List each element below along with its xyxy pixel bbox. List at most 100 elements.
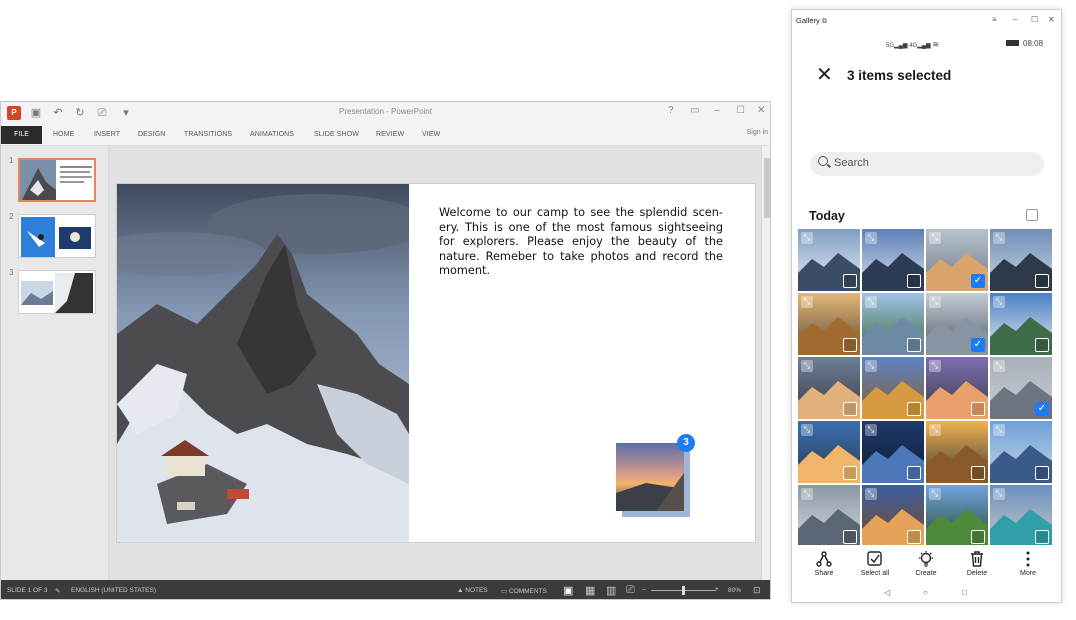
mountain-photo[interactable] [117,184,409,542]
close-selection-icon[interactable]: ✕ [816,65,833,85]
zoom-slider-knob[interactable] [682,586,685,595]
tab-insert[interactable]: INSERT [94,131,120,138]
maximize-icon[interactable]: ☐ [736,105,745,116]
expand-icon[interactable]: ⤡ [929,488,941,500]
photo-thumbnail[interactable]: ⤡ [926,357,988,419]
checkbox-checked-icon[interactable]: ✓ [1035,402,1049,416]
photo-thumbnail[interactable]: ⤡ [798,421,860,483]
photo-thumbnail[interactable]: ⤡ [862,229,924,291]
photo-thumbnail[interactable]: ⤡ ✓ [926,293,988,355]
nav-back-icon[interactable]: ◁ [884,588,890,597]
checkbox-icon[interactable] [907,530,921,544]
photo-thumbnail[interactable]: ⤡ [798,293,860,355]
expand-icon[interactable]: ⤡ [993,488,1005,500]
close-icon[interactable]: ✕ [757,105,765,116]
menu-icon[interactable]: ≡ [992,15,997,24]
checkbox-checked-icon[interactable]: ✓ [971,338,985,352]
select-all-button[interactable]: Select all [850,550,900,577]
photo-thumbnail[interactable]: ⤡ [862,357,924,419]
tab-slide-show[interactable]: SLIDE SHOW [314,131,359,138]
minimize-icon[interactable]: – [1013,15,1017,24]
checkbox-icon[interactable] [1035,530,1049,544]
checkbox-icon[interactable] [907,338,921,352]
checkbox-icon[interactable] [843,402,857,416]
photo-thumbnail[interactable]: ⤡ [862,421,924,483]
photo-thumbnail[interactable]: ⤡ [926,421,988,483]
tab-file[interactable]: FILE [1,126,42,144]
nav-recents-icon[interactable]: □ [962,588,967,597]
photo-thumbnail[interactable]: ⤡ [990,485,1052,545]
expand-icon[interactable]: ⤡ [993,232,1005,244]
expand-icon[interactable]: ⤡ [993,296,1005,308]
more-button[interactable]: More [1003,550,1053,577]
expand-icon[interactable]: ⤡ [801,488,813,500]
photo-thumbnail[interactable]: ⤡ [862,485,924,545]
slide-canvas[interactable]: Welcome to our camp to see the splendid … [117,184,755,542]
checkbox-icon[interactable] [971,466,985,480]
tab-home[interactable]: HOME [53,131,74,138]
expand-icon[interactable]: ⤡ [801,296,813,308]
expand-icon[interactable]: ⤡ [993,360,1005,372]
tab-review[interactable]: REVIEW [376,131,404,138]
zoom-level[interactable]: 80% [728,587,741,594]
language-indicator[interactable]: ENGLISH (UNITED STATES) [71,587,156,594]
share-button[interactable]: Share [799,550,849,577]
fit-slide-icon[interactable]: ⊡ [753,585,761,596]
checkbox-icon[interactable] [1035,466,1049,480]
slide-thumbnail-1[interactable] [18,158,96,202]
expand-icon[interactable]: ⤡ [929,296,941,308]
zoom-out-icon[interactable]: – [642,586,646,593]
slide-text-box[interactable]: Welcome to our camp to see the splendid … [439,206,723,279]
expand-icon[interactable]: ⤡ [929,360,941,372]
expand-icon[interactable]: ⤡ [865,424,877,436]
tab-animations[interactable]: ANIMATIONS [250,131,294,138]
ribbon-display-icon[interactable]: ▭ [690,105,699,116]
slide-thumbnail-2[interactable] [18,214,96,258]
photo-thumbnail[interactable]: ⤡ [990,293,1052,355]
help-icon[interactable]: ? [668,105,674,116]
vertical-scrollbar[interactable] [761,146,770,580]
close-icon[interactable]: ✕ [1048,15,1055,24]
pin-icon[interactable]: ⧉ [822,18,827,25]
slide-sorter-icon[interactable]: ▦ [585,584,595,597]
expand-icon[interactable]: ⤡ [865,232,877,244]
tab-transitions[interactable]: TRANSITIONS [184,131,232,138]
checkbox-icon[interactable] [1035,274,1049,288]
expand-icon[interactable]: ⤡ [929,424,941,436]
checkbox-icon[interactable] [843,274,857,288]
expand-icon[interactable]: ⤡ [801,232,813,244]
maximize-icon[interactable]: ☐ [1031,15,1038,24]
photo-thumbnail[interactable]: ⤡ [990,421,1052,483]
checkbox-icon[interactable] [971,530,985,544]
expand-icon[interactable]: ⤡ [865,296,877,308]
dragged-photos-stack[interactable]: 3 [616,434,695,517]
photo-thumbnail[interactable]: ⤡ [798,357,860,419]
expand-icon[interactable]: ⤡ [865,360,877,372]
delete-button[interactable]: Delete [952,550,1002,577]
checkbox-icon[interactable] [907,466,921,480]
checkbox-icon[interactable] [907,274,921,288]
expand-icon[interactable]: ⤡ [801,424,813,436]
checkbox-checked-icon[interactable]: ✓ [971,274,985,288]
tab-view[interactable]: VIEW [422,131,440,138]
checkbox-icon[interactable] [971,402,985,416]
slideshow-view-icon[interactable]: ⎚ [626,584,635,597]
photo-thumbnail[interactable]: ⤡ [798,485,860,545]
photo-thumbnail[interactable]: ⤡ ✓ [990,357,1052,419]
expand-icon[interactable]: ⤡ [993,424,1005,436]
expand-icon[interactable]: ⤡ [801,360,813,372]
notes-button[interactable]: ▲ NOTES [457,587,488,594]
photo-thumbnail[interactable]: ⤡ [926,485,988,545]
checkbox-icon[interactable] [907,402,921,416]
search-input[interactable]: Search [810,152,1044,176]
tab-design[interactable]: DESIGN [138,131,165,138]
photo-thumbnail[interactable]: ⤡ [798,229,860,291]
checkbox-icon[interactable] [843,530,857,544]
expand-icon[interactable]: ⤡ [865,488,877,500]
minimize-icon[interactable]: – [714,105,720,116]
slide-thumbnail-3[interactable] [18,270,96,314]
photo-thumbnail[interactable]: ⤡ [862,293,924,355]
comments-button[interactable]: ▭ COMMENTS [501,587,547,595]
checkbox-icon[interactable] [843,466,857,480]
sign-in-link[interactable]: Sign in [747,129,768,136]
